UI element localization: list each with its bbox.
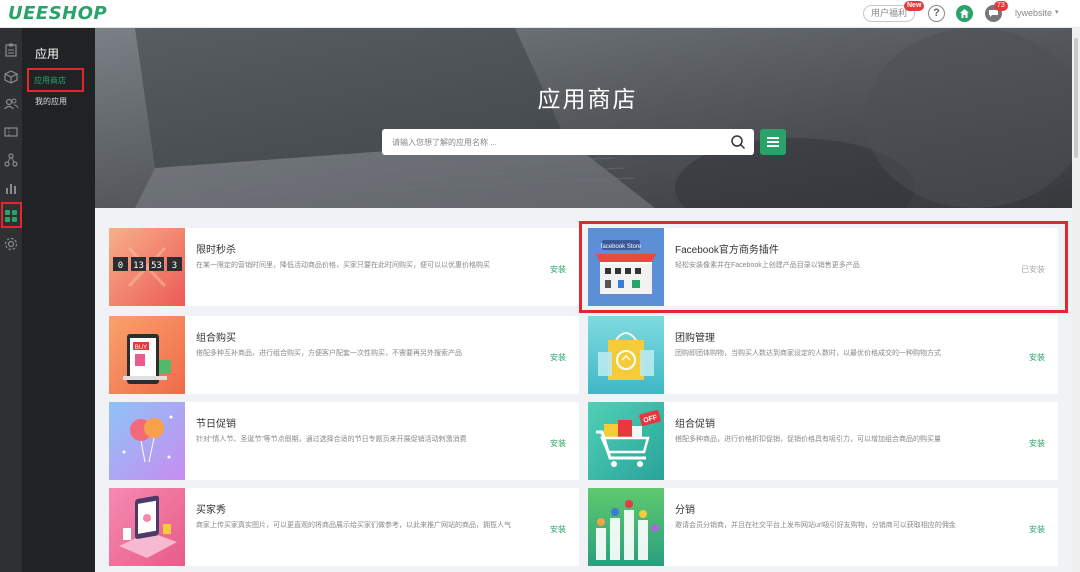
buy-label: BUY: [135, 345, 147, 351]
clipboard-icon[interactable]: [3, 42, 19, 58]
app-title: 组合购买: [196, 333, 236, 344]
app-thumbnail: 0 13 53 3 02: [109, 228, 185, 306]
app-card-group-buy[interactable]: 团购管理 团购即团体购物，当购买人数达到商家设定的人数时，以最优价格成交的一种购…: [588, 316, 1058, 394]
active-rail-highlight: [1, 202, 22, 228]
search-icon[interactable]: [730, 134, 746, 150]
user-name[interactable]: lywebsite: [1015, 8, 1052, 18]
new-badge: New: [904, 1, 925, 11]
home-icon: [960, 9, 969, 18]
cube-icon[interactable]: [3, 69, 19, 85]
app-card-distribution[interactable]: 分销 邀请会员分销商，并且在社交平台上发布网站url吸引好友购物，分销商可以获取…: [588, 488, 1058, 566]
app-title: 节日促销: [196, 419, 236, 430]
app-description: 邀请会员分销商，并且在社交平台上发布网站url吸引好友购物，分销商可以获取相应的…: [675, 522, 956, 529]
app-title: 限时秒杀: [196, 245, 236, 256]
brand-logo[interactable]: UEESHOP: [8, 3, 107, 24]
app-card-buyer-show[interactable]: 买家秀 商家上传买家真实图片，可以更直观的将商品展示给买家们做参考，以此来推广网…: [109, 488, 579, 566]
message-count-badge: 73: [994, 1, 1008, 11]
install-button[interactable]: 安装: [550, 264, 566, 275]
category-menu-button[interactable]: [760, 129, 786, 155]
app-card-bundle-purchase[interactable]: BUY 组合购买 搭配多种互补商品，进行组合购买，方便客户配套一次性购买，不需要…: [109, 316, 579, 394]
timer-seconds: 53: [151, 261, 162, 271]
subnav-item-app-store[interactable]: 应用商店: [27, 68, 84, 92]
top-bar: UEESHOP 用户福利 New ? 73 lywebsite ▾: [0, 0, 1080, 28]
app-thumbnail: [109, 402, 185, 480]
users-icon[interactable]: [3, 96, 19, 112]
app-description: 搭配多种互补商品，进行组合购买，方便客户配套一次性购买，不需要再另外搜索产品: [196, 350, 462, 357]
svg-text:0: 0: [118, 261, 123, 271]
timer-minutes: 13: [133, 261, 144, 271]
app-card-bundle-promo[interactable]: OFF 组合促销 搭配多种商品，进行价格折扣促销，促销价格具有吸引力，可以增加组…: [588, 402, 1058, 480]
app-description: 商家上传买家真实图片，可以更直观的将商品展示给买家们做参考，以此来推广网站的商品…: [196, 522, 511, 529]
install-button[interactable]: 安装: [550, 438, 566, 449]
app-thumbnail: BUY: [109, 316, 185, 394]
app-thumbnail: OFF: [588, 402, 664, 480]
scrollbar-thumb[interactable]: [1074, 38, 1078, 158]
ticket-icon[interactable]: [3, 124, 19, 140]
app-card-flash-sale[interactable]: 0 13 53 3 02 限时秒杀 在某一限定的营销时间里，降低活动商品价格，买…: [109, 228, 579, 306]
install-button[interactable]: 安装: [550, 524, 566, 535]
install-button[interactable]: 安装: [1029, 524, 1045, 535]
app-title: 团购管理: [675, 333, 715, 344]
app-title: 分销: [675, 505, 695, 516]
highlight-annotation: [579, 221, 1068, 313]
app-thumbnail: [588, 316, 664, 394]
hero-banner: 应用商店: [95, 28, 1080, 208]
app-description: 针对“情人节、圣诞节”等节点假期，通过选择合适的节日专题页来开展促销活动刺激消费: [196, 436, 467, 443]
install-button[interactable]: 安装: [550, 352, 566, 363]
app-thumbnail: [588, 488, 664, 566]
svg-text:3: 3: [172, 261, 177, 271]
chevron-down-icon[interactable]: ▾: [1055, 8, 1059, 16]
app-description: 搭配多种商品，进行价格折扣促销，促销价格具有吸引力，可以增加组合商品的购买量: [675, 436, 941, 443]
hamburger-icon: [767, 137, 779, 139]
subnav-title: 应用: [35, 47, 60, 61]
app-card-holiday-promo[interactable]: 节日促销 针对“情人节、圣诞节”等节点假期，通过选择合适的节日专题页来开展促销活…: [109, 402, 579, 480]
subnav-item-my-apps[interactable]: 我的应用: [35, 96, 67, 107]
app-description: 团购即团体购物，当购买人数达到商家设定的人数时，以最优价格成交的一种购物方式: [675, 350, 941, 357]
page-title: 应用商店: [537, 86, 638, 112]
app-description: 在某一限定的营销时间里，降低活动商品价格，买家只要在此时间购买，便可以以优惠价格…: [196, 262, 490, 269]
app-thumbnail: [109, 488, 185, 566]
gear-icon[interactable]: [3, 236, 19, 252]
bar-chart-icon[interactable]: [3, 180, 19, 196]
icon-rail: [0, 28, 22, 572]
home-button[interactable]: [956, 5, 973, 22]
install-button[interactable]: 安装: [1029, 438, 1045, 449]
page-scrollbar[interactable]: [1072, 28, 1080, 572]
search-box: [382, 129, 754, 155]
search-input[interactable]: [382, 129, 722, 155]
sub-sidebar: 应用 应用商店 我的应用: [22, 28, 95, 572]
nodes-icon[interactable]: [3, 152, 19, 168]
app-title: 买家秀: [196, 505, 226, 516]
help-button[interactable]: ?: [928, 5, 945, 22]
install-button[interactable]: 安装: [1029, 352, 1045, 363]
laptop-background-image: [95, 28, 1080, 208]
app-title: 组合促销: [675, 419, 715, 430]
subnav-item-label: 应用商店: [34, 76, 66, 85]
